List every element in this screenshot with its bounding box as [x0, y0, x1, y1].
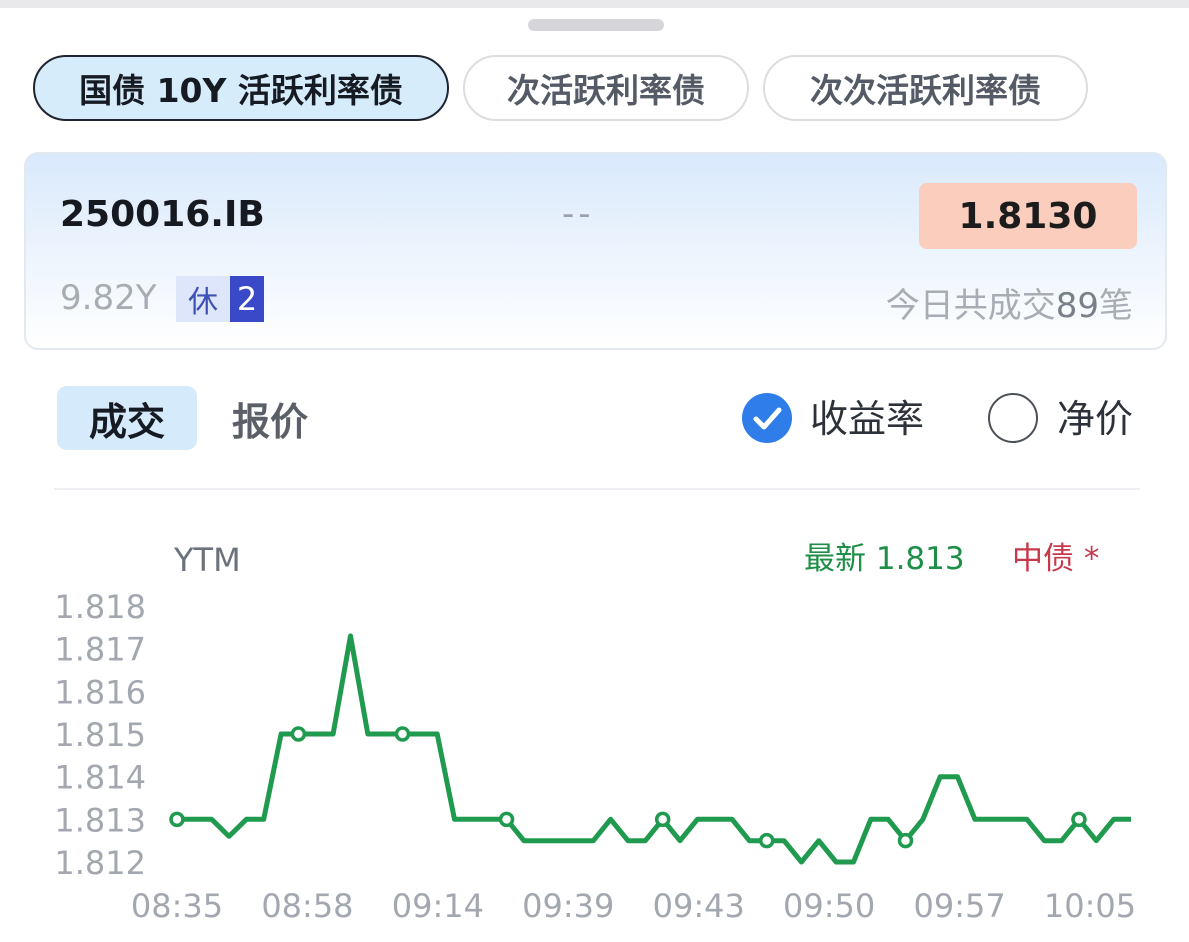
yield-radio-label[interactable]: 收益率: [810, 393, 924, 445]
sheet-drag-handle[interactable]: [528, 19, 664, 31]
bond-summary-card[interactable]: 250016.IB -- 1.8130 9.82Y 休 2 今日共成交89笔: [24, 152, 1167, 350]
tab-tertiary-bond[interactable]: 次次活跃利率债: [763, 55, 1088, 121]
yield-radio[interactable]: [742, 393, 792, 443]
trade-count-text: 今日共成交89笔: [886, 278, 1133, 327]
bond-code: 250016.IB: [60, 194, 265, 235]
bond-tenor: 9.82Y: [60, 278, 157, 318]
x-tick-label: 08:58: [261, 887, 353, 925]
y-tick-label: 1.818: [54, 588, 146, 626]
trade-count: 89: [1055, 286, 1099, 326]
x-tick-label: 09:43: [653, 887, 745, 925]
trade-count-suffix: 笔: [1099, 286, 1133, 326]
x-tick-label: 08:35: [131, 887, 223, 925]
trade-point-marker[interactable]: [498, 811, 515, 828]
ytm-series-line: [177, 633, 1131, 865]
x-tick-label: 09:39: [522, 887, 614, 925]
y-tick-label: 1.812: [54, 844, 146, 882]
sheet-top-edge: [0, 0, 1189, 8]
trade-point-marker[interactable]: [169, 811, 185, 828]
ytm-line-chart[interactable]: 1.818 1.817 1.816 1.815 1.814 1.813 1.812 08:35…: [0, 520, 1189, 942]
check-icon: [753, 407, 782, 430]
y-tick-label: 1.815: [54, 716, 146, 754]
x-tick-label: 09:57: [913, 887, 1005, 925]
section-divider: [54, 488, 1140, 490]
trade-point-marker[interactable]: [897, 832, 914, 849]
bond-change: --: [562, 194, 595, 234]
y-tick-label: 1.813: [54, 801, 146, 839]
bond-price-badge: 1.8130: [919, 183, 1137, 249]
trade-point-marker[interactable]: [758, 832, 775, 849]
y-tick-label: 1.816: [54, 673, 146, 711]
tab-deal[interactable]: 成交: [57, 386, 197, 450]
y-tick-label: 1.817: [54, 631, 146, 669]
x-tick-label: 10:05: [1044, 887, 1136, 925]
trade-point-marker[interactable]: [290, 726, 307, 742]
clean-price-radio[interactable]: [988, 393, 1038, 443]
rest-count-badge: 2: [230, 276, 264, 322]
tab-quote[interactable]: 报价: [222, 386, 318, 450]
trade-point-marker[interactable]: [1071, 811, 1087, 828]
y-tick-label: 1.814: [54, 759, 146, 797]
trade-point-marker[interactable]: [654, 811, 671, 828]
tab-secondary-bond[interactable]: 次活跃利率债: [463, 55, 749, 121]
trade-point-marker[interactable]: [394, 726, 411, 742]
clean-price-radio-label[interactable]: 净价: [1057, 393, 1133, 445]
trade-count-prefix: 今日共成交: [885, 286, 1056, 326]
x-tick-label: 09:50: [783, 887, 875, 925]
rest-badge: 休: [176, 276, 230, 322]
tab-active-bond[interactable]: 国债 10Y 活跃利率债: [33, 55, 449, 121]
x-tick-label: 09:14: [392, 887, 484, 925]
